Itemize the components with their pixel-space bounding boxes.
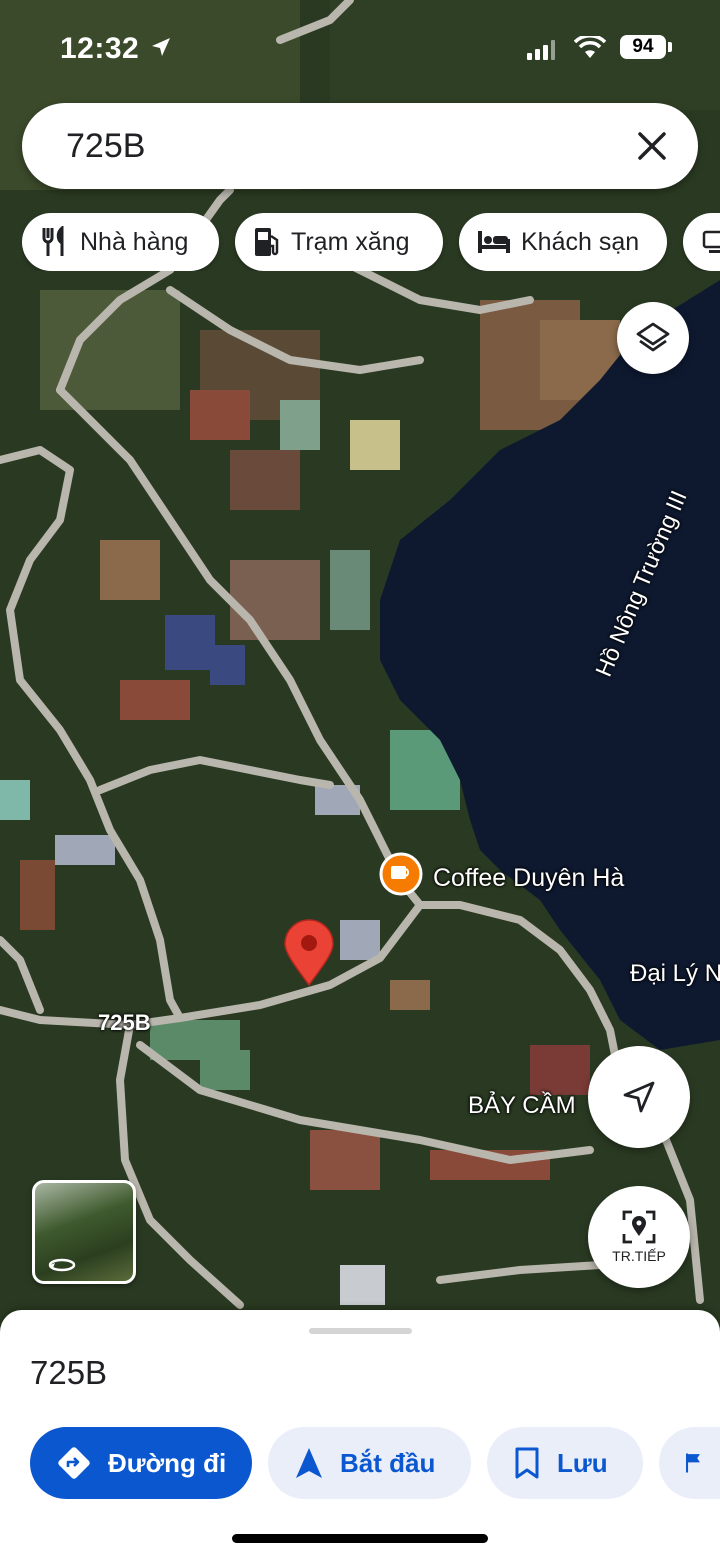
directions-label: Đường đi [108,1447,227,1478]
hotel-icon [478,231,510,253]
directions-icon [58,1447,90,1479]
save-label: Lưu [557,1447,608,1478]
cellular-signal-icon [527,40,555,60]
chip-hotels[interactable]: Khách sạn [459,213,667,271]
live-view-label: TR.TIẾP [612,1248,666,1264]
navigation-arrow-icon [623,1081,655,1113]
start-label: Bắt đầu [340,1447,436,1478]
status-time: 12:32 [60,32,140,65]
live-view-button[interactable]: TR.TIẾP [588,1186,690,1288]
navigation-icon [296,1448,322,1478]
close-icon[interactable] [634,128,670,164]
coffee-poi-label[interactable]: Coffee Duyên Hà [433,864,624,893]
battery-indicator: 94 [620,35,666,59]
street-view-thumbnail[interactable] [32,1180,136,1284]
label-button[interactable] [659,1427,720,1499]
place-title: 725B [30,1354,108,1391]
dai-ly-label: Đại Lý N [630,960,720,987]
start-button[interactable]: Bắt đầu [268,1427,471,1499]
search-query[interactable]: 725B [66,127,145,166]
sheet-drag-handle[interactable] [309,1328,412,1334]
gas-station-icon [255,228,279,256]
category-chips: Nhà hàng Trạm xăng Khách sạn [22,213,720,271]
flag-icon [686,1453,700,1473]
chip-restaurants[interactable]: Nhà hàng [22,213,219,271]
live-view-icon [622,1210,656,1244]
chip-gas-stations[interactable]: Trạm xăng [235,213,443,271]
search-bar[interactable]: 725B [22,103,698,189]
wifi-icon [574,36,606,58]
location-arrow-icon [152,38,170,56]
my-location-button[interactable] [588,1046,690,1148]
chip-label: Nhà hàng [80,227,189,256]
restaurant-icon [42,226,64,256]
chip-more[interactable] [683,213,720,271]
road-name-label: 725B [98,1010,151,1035]
chip-label: Khách sạn [521,227,640,256]
coffee-poi-marker[interactable] [379,852,423,896]
more-icon [702,230,720,253]
rotate-360-icon [48,1258,76,1272]
place-bottom-sheet[interactable]: 725B Đường đi Bắt đầu Lưu [0,1310,720,1559]
status-bar: 12:32 94 [0,26,720,76]
chip-label: Trạm xăng [291,227,410,256]
home-indicator [232,1534,488,1543]
village-label: BẢY CẦM [468,1092,576,1119]
save-button[interactable]: Lưu [487,1427,643,1499]
layers-button[interactable] [617,302,689,374]
directions-button[interactable]: Đường đi [30,1427,252,1499]
layers-icon [636,322,670,352]
bookmark-icon [515,1447,539,1479]
battery-tip [668,42,672,52]
